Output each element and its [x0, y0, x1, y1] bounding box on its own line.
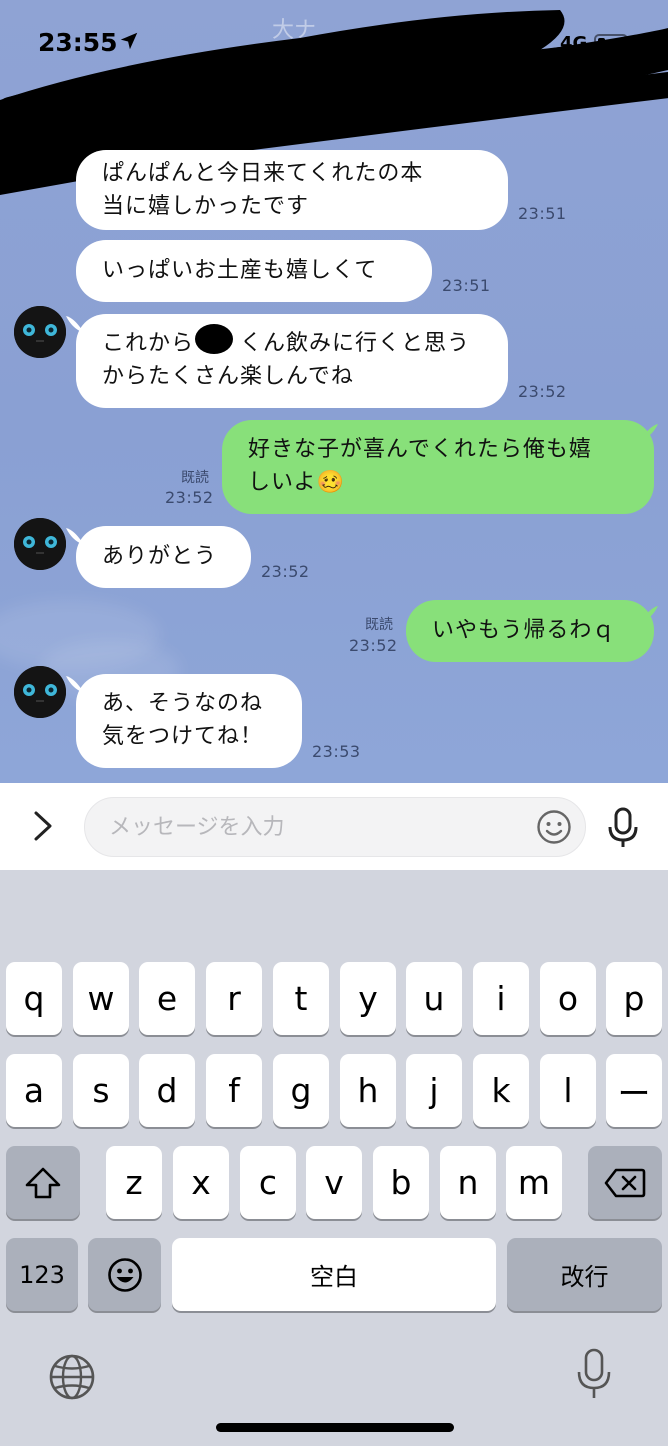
status-time: 23:55: [38, 28, 118, 57]
key-z[interactable]: z: [106, 1146, 162, 1219]
status-bar: 大ナ 23:55 4G: [0, 0, 668, 90]
home-indicator[interactable]: [216, 1423, 454, 1432]
message-time: 23:52: [518, 382, 567, 401]
emoji-key[interactable]: [88, 1238, 161, 1311]
message-time: 23:52: [261, 562, 310, 581]
cat-avatar-icon: [14, 666, 66, 718]
cat-avatar-icon: [14, 518, 66, 570]
message-time: 23:53: [312, 742, 361, 761]
key-x[interactable]: x: [173, 1146, 229, 1219]
message-input-bar: [0, 783, 668, 870]
shift-key[interactable]: [6, 1146, 80, 1219]
message-time: 23:52: [349, 636, 398, 655]
key-j[interactable]: j: [406, 1054, 462, 1127]
key-h[interactable]: h: [340, 1054, 396, 1127]
message-bubble[interactable]: ありがとう: [76, 526, 251, 588]
key-d[interactable]: d: [139, 1054, 195, 1127]
keyboard: q w e r t y u i o p a s d f g h j k l ー …: [0, 870, 668, 1446]
smiley-icon[interactable]: [536, 809, 572, 845]
key-f[interactable]: f: [206, 1054, 262, 1127]
network-type: 4G: [560, 33, 588, 54]
message-bubble-outgoing[interactable]: 好きな子が喜んでくれたら俺も嬉 しいよ🥴: [222, 420, 654, 514]
key-v[interactable]: v: [306, 1146, 362, 1219]
battery-icon: [594, 34, 631, 53]
read-receipt: 既読: [365, 617, 393, 633]
cat-avatar-icon: [14, 306, 66, 358]
numbers-key[interactable]: 123: [6, 1238, 78, 1311]
message-input[interactable]: [84, 797, 586, 857]
key-s[interactable]: s: [73, 1054, 129, 1127]
globe-icon[interactable]: [48, 1353, 96, 1401]
dictation-mic-icon[interactable]: [576, 1348, 612, 1400]
key-c[interactable]: c: [240, 1146, 296, 1219]
key-long-vowel[interactable]: ー: [606, 1054, 662, 1127]
contact-avatar[interactable]: [14, 666, 66, 718]
key-p[interactable]: p: [606, 962, 662, 1035]
key-g[interactable]: g: [273, 1054, 329, 1127]
message-bubble-outgoing[interactable]: いやもう帰るわｑ: [406, 600, 654, 662]
key-o[interactable]: o: [540, 962, 596, 1035]
chat-area[interactable]: 大ナ 23:55 4G ぱんぱんと今日来てくれたの本 当に嬉しかったです 23:…: [0, 0, 668, 783]
message-bubble[interactable]: ぱんぱんと今日来てくれたの本 当に嬉しかったです: [76, 150, 508, 230]
key-e[interactable]: e: [139, 962, 195, 1035]
key-u[interactable]: u: [406, 962, 462, 1035]
key-w[interactable]: w: [73, 962, 129, 1035]
key-n[interactable]: n: [440, 1146, 496, 1219]
chat-title: 大ナ: [272, 18, 317, 43]
message-time: 23:51: [518, 204, 567, 223]
key-a[interactable]: a: [6, 1054, 62, 1127]
read-receipt: 既読: [181, 470, 209, 486]
message-bubble[interactable]: あ、そうなのね 気をつけてね！: [76, 674, 302, 768]
chevron-right-icon[interactable]: [26, 805, 60, 847]
key-t[interactable]: t: [273, 962, 329, 1035]
key-m[interactable]: m: [506, 1146, 562, 1219]
message-time: 23:52: [165, 488, 214, 507]
shift-arrow-icon: [25, 1167, 61, 1198]
key-y[interactable]: y: [340, 962, 396, 1035]
location-arrow-icon: [120, 32, 138, 50]
backspace-icon: [604, 1168, 646, 1197]
key-q[interactable]: q: [6, 962, 62, 1035]
redaction-scribble: [195, 324, 233, 354]
message-bubble[interactable]: これから くん飲みに行くと思う からたくさん楽しんでね: [76, 314, 508, 408]
key-r[interactable]: r: [206, 962, 262, 1035]
emoji-face-icon: [107, 1257, 142, 1292]
key-b[interactable]: b: [373, 1146, 429, 1219]
return-key[interactable]: 改行: [507, 1238, 662, 1311]
key-l[interactable]: l: [540, 1054, 596, 1127]
key-k[interactable]: k: [473, 1054, 529, 1127]
contact-avatar[interactable]: [14, 306, 66, 358]
backspace-key[interactable]: [588, 1146, 662, 1219]
key-i[interactable]: i: [473, 962, 529, 1035]
message-time: 23:51: [442, 276, 491, 295]
microphone-icon[interactable]: [606, 807, 640, 849]
space-key[interactable]: 空白: [172, 1238, 496, 1311]
contact-avatar[interactable]: [14, 518, 66, 570]
message-bubble[interactable]: いっぱいお土産も嬉しくて: [76, 240, 432, 302]
